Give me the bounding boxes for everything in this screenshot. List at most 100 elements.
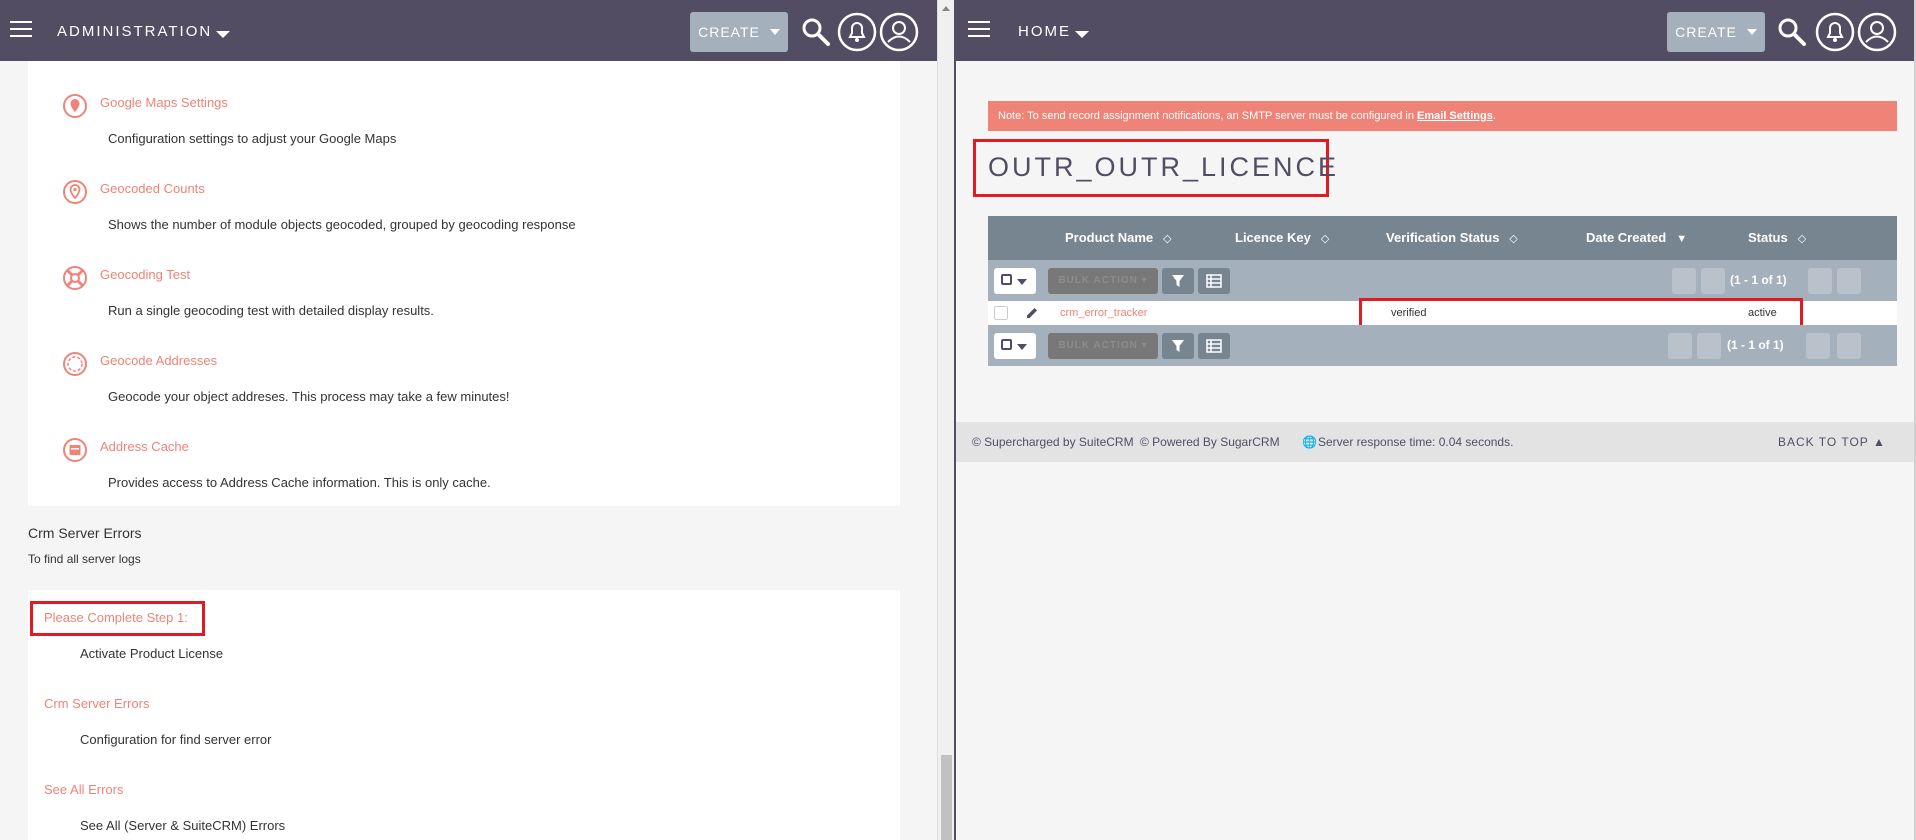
first-page-icon[interactable]: [1672, 268, 1696, 294]
create-button[interactable]: CREATE: [690, 12, 788, 52]
search-icon[interactable]: [1772, 12, 1812, 52]
create-button-label: CREATE: [1675, 24, 1737, 40]
column-header-licence-key[interactable]: Licence Key ◇: [1235, 216, 1329, 260]
select-all-dropdown[interactable]: [994, 333, 1036, 359]
caret-up-icon: ▲: [1872, 435, 1886, 449]
sort-icon[interactable]: ◇: [1509, 217, 1517, 261]
left-pane: ADMINISTRATION CREATE Google Maps Settin…: [0, 0, 937, 840]
filter-icon[interactable]: [1162, 268, 1194, 294]
top-nav-bar: ADMINISTRATION CREATE: [0, 0, 937, 61]
geocoding-test-link[interactable]: Geocoding Test: [100, 267, 190, 282]
crm-errors-panel: Please Complete Step 1: Activate Product…: [28, 590, 900, 840]
smtp-notice: Note: To send record assignment notifica…: [988, 101, 1897, 131]
list-header: Product Name ◇ Licence Key ◇ Verification …: [988, 216, 1897, 260]
google-maps-settings-link[interactable]: Google Maps Settings: [100, 95, 228, 110]
notifications-bell-icon[interactable]: [1814, 11, 1856, 53]
top-nav-bar: HOME CREATE: [956, 0, 1916, 61]
sort-icon[interactable]: ◇: [1321, 217, 1329, 261]
hamburger-menu-icon[interactable]: [968, 21, 990, 38]
row-checkbox[interactable]: [994, 306, 1008, 320]
sort-icon[interactable]: ◇: [1798, 217, 1806, 261]
notifications-bell-icon[interactable]: [836, 11, 878, 53]
sort-desc-icon[interactable]: ▼: [1676, 217, 1687, 261]
globe-icon: 🌐: [1302, 435, 1317, 449]
powered-by-link[interactable]: © Powered By SugarCRM: [1140, 422, 1280, 462]
column-header-product-name[interactable]: Product Name ◇: [1065, 216, 1172, 260]
address-cache-description: Provides access to Address Cache informa…: [108, 475, 491, 490]
user-avatar-icon[interactable]: [1856, 11, 1898, 53]
create-button[interactable]: CREATE: [1667, 12, 1765, 52]
column-header-label: Verification Status: [1386, 230, 1500, 245]
module-menu[interactable]: ADMINISTRATION: [57, 23, 231, 40]
page-footer: © Supercharged by SuiteCRM © Powered By …: [956, 422, 1916, 462]
sort-icon[interactable]: ◇: [1163, 217, 1171, 261]
user-avatar-icon[interactable]: [878, 11, 920, 53]
column-header-label: Date Created: [1586, 230, 1667, 245]
bulk-action-label: BULK ACTION: [1058, 275, 1138, 286]
module-menu[interactable]: HOME: [1018, 23, 1089, 40]
next-page-icon[interactable]: [1808, 268, 1832, 294]
column-header-label: Product Name: [1065, 230, 1154, 245]
back-to-top-link[interactable]: BACK TO TOP ▲: [1778, 422, 1886, 462]
module-menu-label: ADMINISTRATION: [57, 23, 213, 40]
last-page-icon[interactable]: [1837, 268, 1861, 294]
address-cache-link[interactable]: Address Cache: [100, 439, 189, 454]
column-chooser-icon[interactable]: [1198, 268, 1230, 294]
geocoded-counts-link[interactable]: Geocoded Counts: [100, 181, 205, 196]
column-chooser-icon[interactable]: [1198, 333, 1230, 359]
page-title: OUTR_OUTR_LICENCE: [988, 152, 1340, 182]
server-response-time: Server response time: 0.04 seconds.: [1318, 435, 1514, 449]
complete-step-link[interactable]: Please Complete Step 1:: [44, 610, 188, 625]
column-header-label: Licence Key: [1235, 230, 1311, 245]
geocode-addresses-link[interactable]: Geocode Addresses: [100, 353, 217, 368]
previous-page-icon[interactable]: [1697, 333, 1721, 359]
scrollbar-thumb[interactable]: [941, 755, 952, 840]
first-page-icon[interactable]: [1668, 333, 1692, 359]
email-settings-link[interactable]: Email Settings: [1417, 110, 1493, 122]
cache-icon: [63, 438, 87, 462]
column-header-verification-status[interactable]: Verification Status ◇: [1386, 216, 1518, 260]
next-page-icon[interactable]: [1806, 333, 1830, 359]
module-menu-label: HOME: [1018, 23, 1071, 40]
column-header-status[interactable]: Status ◇: [1748, 216, 1806, 260]
search-icon[interactable]: [796, 12, 836, 52]
location-pin-icon: [63, 180, 87, 204]
bulk-action-button[interactable]: BULK ACTION ▾: [1048, 268, 1158, 294]
previous-page-icon[interactable]: [1701, 268, 1725, 294]
column-header-date-created[interactable]: Date Created ▼: [1586, 216, 1687, 260]
bulk-action-button[interactable]: BULK ACTION ▾: [1048, 333, 1158, 359]
see-all-errors-link[interactable]: See All Errors: [44, 782, 123, 797]
scroll-up-arrow-icon[interactable]: [942, 6, 950, 11]
caret-down-icon: [769, 29, 780, 35]
geocoding-test-description: Run a single geocoding test with detaile…: [108, 303, 434, 318]
caret-down-icon: [1017, 279, 1027, 285]
checkbox-icon: [1001, 339, 1012, 350]
pagination-text: (1 - 1 of 1): [1730, 273, 1787, 287]
geocode-addresses-description: Geocode your object addreses. This proce…: [108, 389, 510, 404]
hamburger-menu-icon[interactable]: [10, 21, 32, 38]
supercharged-by-link[interactable]: © Supercharged by SuiteCRM: [972, 422, 1134, 462]
smtp-notice-text: Note: To send record assignment notifica…: [998, 110, 1418, 122]
crm-server-errors-link[interactable]: Crm Server Errors: [44, 696, 149, 711]
see-all-errors-description: See All (Server & SuiteCRM) Errors: [80, 818, 286, 833]
crm-server-errors-description: Configuration for find server error: [80, 732, 272, 747]
bottom-action-bar: BULK ACTION ▾ (1 - 1 of 1): [988, 325, 1897, 366]
google-maps-settings-description: Configuration settings to adjust your Go…: [108, 131, 397, 146]
map-pin-icon: [63, 94, 87, 118]
geocoded-counts-description: Shows the number of module objects geoco…: [108, 217, 576, 232]
product-name-link[interactable]: crm_error_tracker: [1060, 301, 1147, 325]
crm-section-subtitle: To find all server logs: [28, 552, 141, 566]
create-button-label: CREATE: [698, 24, 760, 40]
filter-icon[interactable]: [1162, 333, 1194, 359]
edit-pencil-icon[interactable]: [1024, 305, 1040, 321]
caret-down-icon: [1017, 344, 1027, 350]
column-header-label: Status: [1748, 230, 1788, 245]
select-all-dropdown[interactable]: [994, 268, 1036, 294]
left-scrollbar[interactable]: [937, 0, 954, 840]
chevron-down-icon: [1075, 31, 1089, 38]
smtp-notice-suffix: .: [1492, 110, 1496, 122]
crm-section-title: Crm Server Errors: [28, 525, 142, 541]
target-icon: [63, 352, 87, 376]
geocoding-panel: Google Maps Settings Configuration setti…: [28, 61, 900, 506]
last-page-icon[interactable]: [1837, 333, 1861, 359]
